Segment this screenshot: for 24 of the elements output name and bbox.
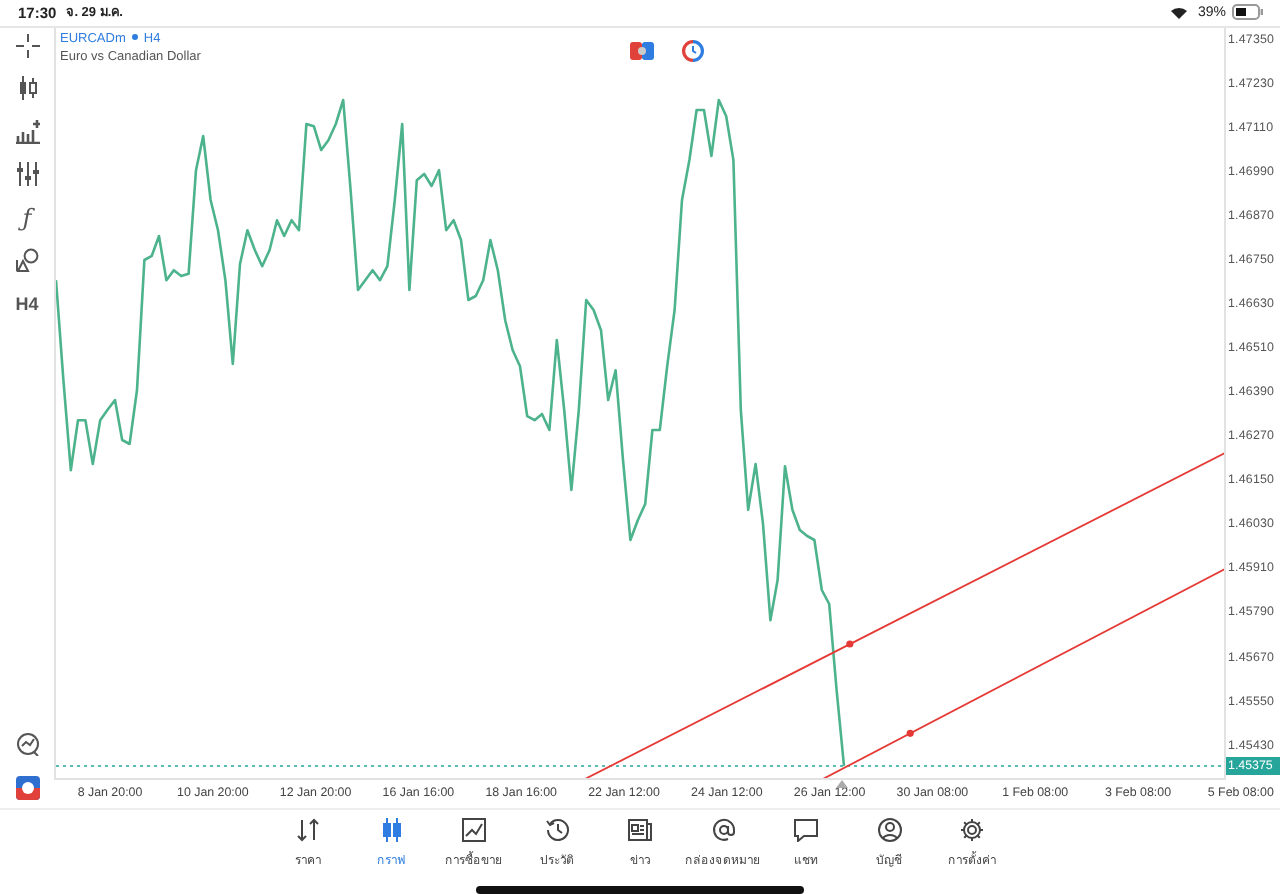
nav-icon <box>296 817 320 842</box>
shapes-icon[interactable] <box>15 248 39 273</box>
toolbar-button[interactable]: H4 <box>15 291 39 316</box>
nav-icon <box>960 817 984 842</box>
clock-icon[interactable] <box>682 39 704 62</box>
app-logo-icon[interactable] <box>15 775 39 800</box>
chart-search-icon[interactable] <box>15 732 39 757</box>
candlestick-icon[interactable] <box>15 76 39 101</box>
crosshair-icon[interactable] <box>15 33 39 58</box>
nav-icon <box>877 817 901 842</box>
battery-icon <box>1232 4 1264 21</box>
nav-icon <box>462 817 486 842</box>
nav-icon <box>711 817 735 842</box>
bar-chart-icon[interactable] <box>15 119 39 144</box>
time-marker-icon <box>835 779 848 788</box>
nav-icon <box>545 817 569 842</box>
sliders-icon[interactable] <box>15 162 39 187</box>
trade-panel-icon[interactable] <box>630 41 654 60</box>
separator-dot <box>131 33 138 40</box>
wifi-icon <box>1169 5 1188 20</box>
toolbar-button[interactable]: ƒ <box>22 205 32 230</box>
nav-icon <box>794 817 818 842</box>
nav-icon <box>379 817 403 842</box>
nav-icon <box>628 817 652 842</box>
